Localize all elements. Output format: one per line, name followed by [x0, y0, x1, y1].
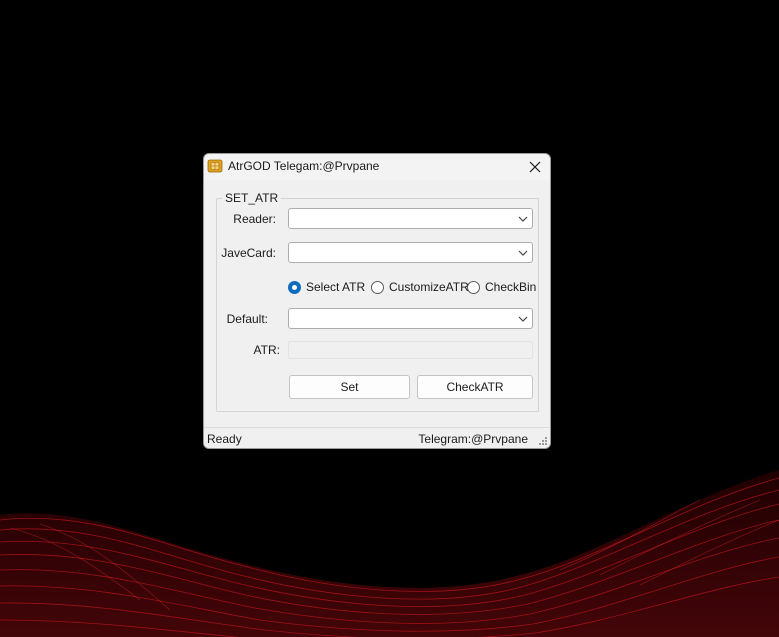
groupbox-legend: SET_ATR — [222, 191, 282, 205]
default-dropdown[interactable] — [288, 308, 533, 329]
app-window: AtrGOD Telegam:@Prvpane SET_ATR Reader: … — [203, 153, 551, 449]
sim-card-icon — [207, 159, 223, 173]
check-atr-button[interactable]: CheckATR — [417, 375, 533, 399]
desktop: AtrGOD Telegam:@Prvpane SET_ATR Reader: … — [0, 0, 779, 637]
atr-label: ATR: — [253, 343, 280, 357]
reader-dropdown[interactable] — [288, 208, 533, 229]
radio-indicator — [371, 280, 384, 294]
radio-label: CustomizeATR — [389, 280, 469, 294]
chevron-down-icon — [518, 250, 528, 256]
atr-input[interactable] — [288, 341, 533, 359]
set-button[interactable]: Set — [289, 375, 410, 399]
reader-label: Reader: — [233, 212, 276, 226]
status-text: Ready — [207, 432, 242, 446]
chevron-down-icon — [518, 316, 528, 322]
radio-label: Select ATR — [306, 280, 366, 294]
window-title: AtrGOD Telegam:@Prvpane — [228, 159, 380, 173]
radio-label: CheckBin — [485, 280, 537, 294]
javacard-label: JaveCard: — [221, 246, 276, 260]
radio-check-bin[interactable]: CheckBin — [467, 279, 536, 295]
close-icon — [529, 161, 541, 173]
status-telegram: Telegram:@Prvpane — [418, 432, 528, 446]
default-label: Default: — [226, 312, 268, 326]
javacard-dropdown[interactable] — [288, 242, 533, 263]
status-bar: Ready Telegram:@Prvpane — [204, 427, 550, 448]
radio-customize-atr[interactable]: CustomizeATR — [371, 279, 469, 295]
radio-indicator — [467, 280, 480, 294]
radio-indicator-checked — [288, 280, 301, 294]
resize-grip-icon[interactable] — [538, 436, 548, 446]
title-bar[interactable]: AtrGOD Telegam:@Prvpane — [204, 154, 550, 180]
close-button[interactable] — [520, 154, 550, 180]
radio-select-atr[interactable]: Select ATR — [288, 279, 365, 295]
chevron-down-icon — [518, 216, 528, 222]
